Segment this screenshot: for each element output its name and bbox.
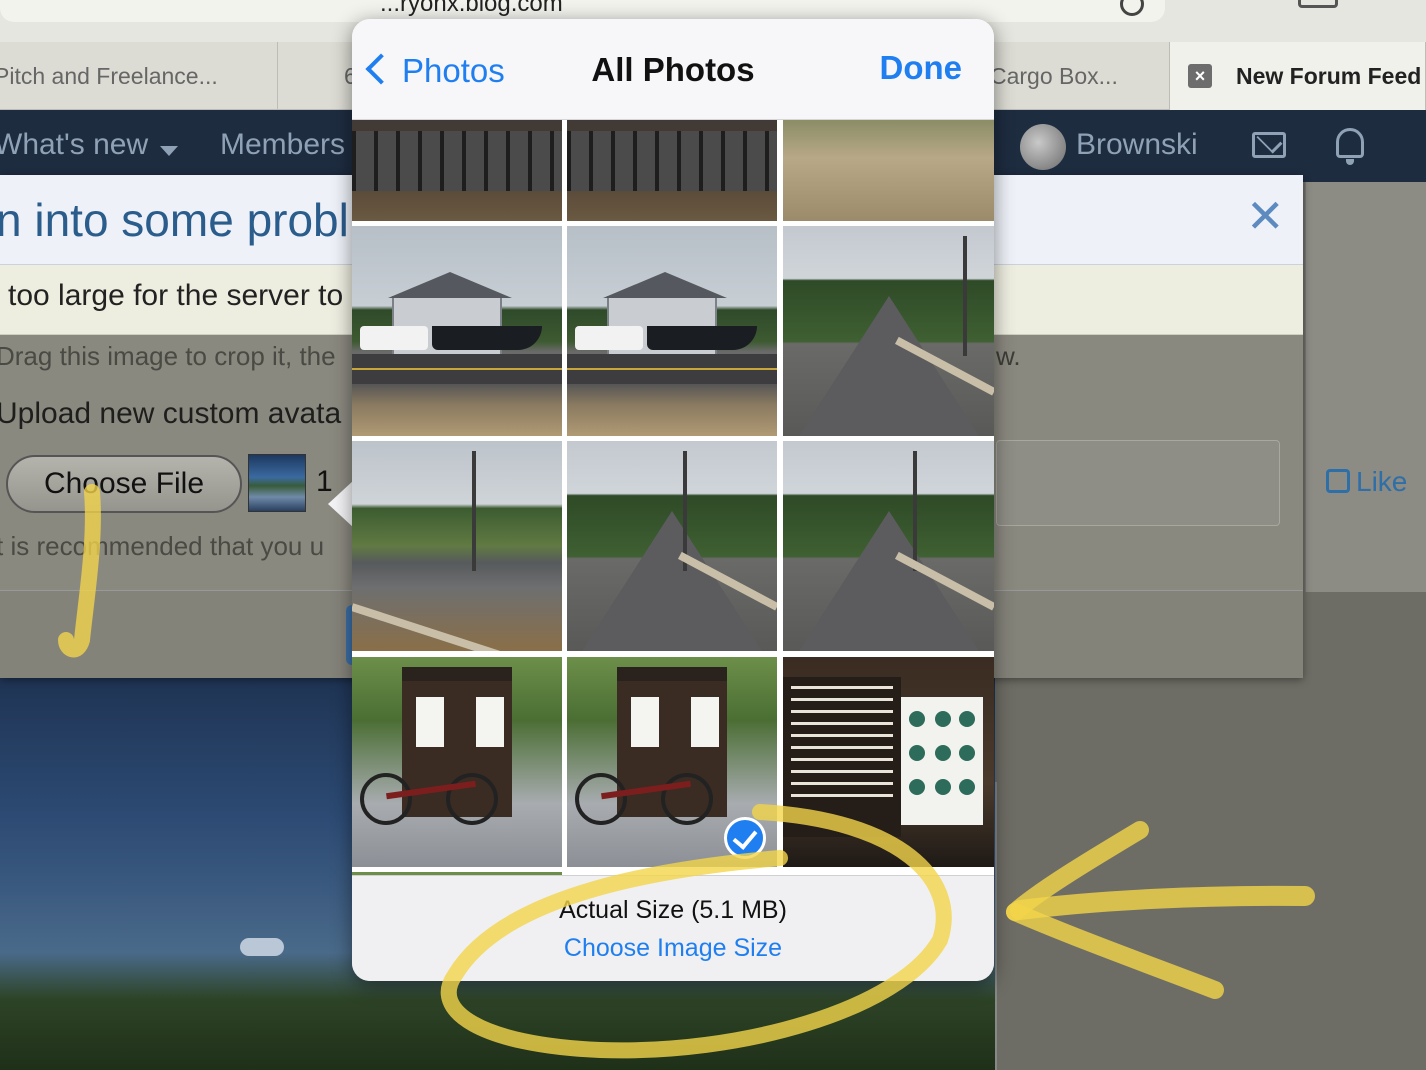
file-input-box (996, 440, 1280, 526)
photo-thumbnail[interactable] (352, 657, 562, 867)
thumbs-up-icon (1326, 469, 1350, 493)
photo-thumbnail[interactable] (567, 120, 777, 221)
popover-arrow (328, 480, 354, 528)
done-button[interactable]: Done (880, 49, 963, 87)
tab-second[interactable]: 6 (278, 42, 358, 110)
tab-pitch-freelance[interactable]: Pitch and Freelance... (0, 42, 278, 110)
picker-nav-bar: Photos All Photos Done (352, 19, 994, 120)
nav-username[interactable]: Brownski (1076, 128, 1198, 162)
photo-thumbnail[interactable] (783, 226, 994, 436)
like-label: Like (1356, 466, 1408, 497)
bell-icon[interactable] (1336, 128, 1364, 165)
photo-thumbnail[interactable] (352, 226, 562, 436)
mail-icon[interactable] (1252, 132, 1286, 158)
choose-image-size-button[interactable]: Choose Image Size (352, 934, 994, 963)
photo-grid[interactable] (352, 120, 994, 875)
close-icon[interactable]: ✕ (1246, 193, 1285, 239)
photo-thumbnail[interactable] (783, 441, 994, 651)
recommendation-text: t is recommended that you u (0, 531, 325, 561)
photo-thumbnail[interactable] (352, 120, 562, 221)
tab-cargo-box[interactable]: Cargo Box... (990, 42, 1170, 110)
crop-hint-tail: w. (996, 341, 1021, 371)
avatar[interactable] (1020, 124, 1066, 170)
reload-icon[interactable] (1120, 0, 1144, 16)
tabs-overview-icon[interactable] (1298, 0, 1338, 8)
post-sidebar (1305, 182, 1426, 592)
image-size-label: Actual Size (5.1 MB) (559, 896, 787, 924)
nav-members[interactable]: Members (220, 128, 345, 162)
photo-thumbnail[interactable] (567, 226, 777, 436)
nav-whats-new[interactable]: What's new (0, 128, 148, 162)
photo-thumbnail[interactable] (783, 120, 994, 221)
tab-label: New Forum Feed (1236, 63, 1422, 89)
like-button[interactable]: Like (1326, 466, 1407, 498)
back-label: Photos (402, 52, 505, 89)
error-message: too large for the server to (8, 279, 344, 312)
dialog-title: n into some probl (0, 194, 349, 246)
close-icon[interactable]: × (1188, 64, 1212, 88)
picker-footer: Actual Size (5.1 MB) Choose Image Size (352, 875, 994, 981)
back-to-photos-button[interactable]: Photos (365, 49, 505, 93)
choose-file-button[interactable]: Choose File (6, 455, 242, 513)
page-content-dimmed-lower (995, 782, 1426, 1070)
chevron-left-icon (365, 53, 397, 85)
cloud (240, 938, 284, 956)
tab-new-forum-feed[interactable]: × New Forum Feed (1170, 42, 1426, 110)
tab-label: Pitch and Freelance... (0, 63, 218, 89)
tab-label: Cargo Box... (990, 63, 1118, 89)
chevron-down-icon[interactable] (160, 146, 178, 156)
selected-file-thumbnail (248, 454, 306, 512)
url-text: ...ryonx.blog.com (380, 0, 563, 17)
photo-thumbnail[interactable] (567, 441, 777, 651)
checkmark-icon (724, 817, 766, 859)
crop-hint: Drag this image to crop it, the (0, 341, 336, 371)
photo-picker-popover: Photos All Photos Done Actual Size (5.1 … (352, 19, 994, 981)
photo-thumbnail[interactable] (783, 657, 994, 867)
photo-thumbnail[interactable] (352, 441, 562, 651)
upload-avatar-label: Upload new custom avata (0, 397, 342, 430)
